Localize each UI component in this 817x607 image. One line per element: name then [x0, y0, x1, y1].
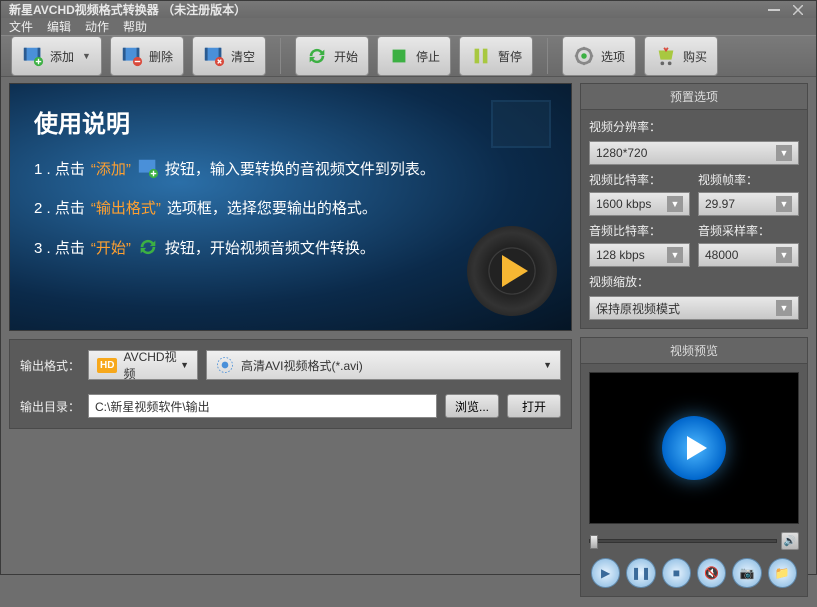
- pause-button[interactable]: 暂停: [459, 36, 533, 76]
- menubar: 文件 编辑 动作 帮助: [1, 18, 816, 35]
- step-1: 1 . 点击 “添加” 按钮，输入要转换的音视频文件到列表。: [34, 157, 547, 179]
- stop-button[interactable]: 停止: [377, 36, 451, 76]
- resolution-label: 视频分辨率：: [589, 118, 799, 135]
- app-window: 新星AVCHD视频格式转换器 （未注册版本） 文件 编辑 动作 帮助 添加▼ 删…: [0, 0, 817, 575]
- chevron-down-icon: ▼: [667, 196, 683, 212]
- seek-row: 🔊: [589, 532, 799, 550]
- abitrate-label: 音频比特率：: [589, 222, 690, 239]
- seek-slider[interactable]: [589, 539, 777, 543]
- preview-controls: ▶ ❚❚ ■ 🔇 📷 📁: [589, 558, 799, 588]
- folder-button[interactable]: 📁: [768, 558, 797, 588]
- volume-button[interactable]: 🔊: [781, 532, 799, 550]
- cart-icon: [655, 45, 677, 67]
- refresh-icon: [137, 236, 159, 258]
- film-delete-icon: [121, 45, 143, 67]
- preview-screen: [589, 372, 799, 524]
- menu-action[interactable]: 动作: [85, 18, 109, 35]
- vbitrate-select[interactable]: 1600 kbps▼: [589, 192, 690, 216]
- framerate-label: 视频帧率：: [698, 171, 799, 188]
- format-detail-select[interactable]: 高清AVI视频格式(*.avi) ▼: [206, 350, 561, 380]
- minimize-button[interactable]: [764, 2, 784, 18]
- film-add-icon: [22, 45, 44, 67]
- scale-label: 视频缩放：: [589, 273, 799, 290]
- toolbar: 添加▼ 删除 清空 开始 停止 暂停 选项 购买: [1, 35, 816, 77]
- film-add-icon: [137, 157, 159, 179]
- separator: [547, 38, 548, 74]
- disc-decoration: [467, 226, 557, 316]
- play-icon: [662, 416, 726, 480]
- output-format-label: 输出格式：: [20, 357, 80, 374]
- close-button[interactable]: [788, 2, 808, 18]
- right-column: 预置选项 视频分辨率： 1280*720▼ 视频比特率： 1600 kbps▼ …: [580, 83, 808, 597]
- clear-button[interactable]: 清空: [192, 36, 266, 76]
- abitrate-select[interactable]: 128 kbps▼: [589, 243, 690, 267]
- gear-icon: [573, 45, 595, 67]
- options-button[interactable]: 选项: [562, 36, 636, 76]
- chevron-down-icon: ▼: [776, 300, 792, 316]
- preview-panel: 视频预览 🔊 ▶ ❚❚ ■ 🔇 📷 📁: [580, 337, 808, 597]
- seek-thumb[interactable]: [590, 535, 598, 549]
- titlebar: 新星AVCHD视频格式转换器 （未注册版本）: [1, 1, 816, 18]
- vbitrate-label: 视频比特率：: [589, 171, 690, 188]
- chevron-down-icon: ▼: [776, 247, 792, 263]
- scale-select[interactable]: 保持原视频模式▼: [589, 296, 799, 320]
- film-clear-icon: [203, 45, 225, 67]
- menu-edit[interactable]: 编辑: [47, 18, 71, 35]
- menu-file[interactable]: 文件: [9, 18, 33, 35]
- pause-icon: [470, 45, 492, 67]
- buy-button[interactable]: 购买: [644, 36, 718, 76]
- banner-heading: 使用说明: [34, 104, 547, 139]
- chevron-down-icon: ▼: [667, 247, 683, 263]
- chevron-down-icon: ▼: [776, 145, 792, 161]
- snapshot-button[interactable]: 📷: [732, 558, 761, 588]
- step-2: 2 . 点击 “输出格式” 选项框，选择您要输出的格式。: [34, 197, 547, 218]
- mute-button[interactable]: 🔇: [697, 558, 726, 588]
- preset-panel: 预置选项 视频分辨率： 1280*720▼ 视频比特率： 1600 kbps▼ …: [580, 83, 808, 329]
- left-column: 使用说明 1 . 点击 “添加” 按钮，输入要转换的音视频文件到列表。 2 . …: [9, 83, 572, 597]
- menu-help[interactable]: 帮助: [123, 18, 147, 35]
- filmstrip-decoration: [491, 100, 551, 148]
- delete-button[interactable]: 删除: [110, 36, 184, 76]
- samplerate-label: 音频采样率：: [698, 222, 799, 239]
- hd-badge: HD: [97, 358, 117, 373]
- resolution-select[interactable]: 1280*720▼: [589, 141, 799, 165]
- start-button[interactable]: 开始: [295, 36, 369, 76]
- stop-button[interactable]: ■: [662, 558, 691, 588]
- samplerate-select[interactable]: 48000▼: [698, 243, 799, 267]
- instructions-banner: 使用说明 1 . 点击 “添加” 按钮，输入要转换的音视频文件到列表。 2 . …: [9, 83, 572, 331]
- pause-button[interactable]: ❚❚: [626, 558, 655, 588]
- window-title: 新星AVCHD视频格式转换器 （未注册版本）: [9, 1, 246, 18]
- refresh-icon: [306, 45, 328, 67]
- play-button[interactable]: ▶: [591, 558, 620, 588]
- chevron-down-icon: ▼: [776, 196, 792, 212]
- open-button[interactable]: 打开: [507, 394, 561, 418]
- preset-title: 预置选项: [581, 84, 807, 110]
- format-category-select[interactable]: HD AVCHD视频 ▼: [88, 350, 198, 380]
- separator: [280, 38, 281, 74]
- format-icon: [215, 355, 235, 375]
- output-dir-input[interactable]: [88, 394, 437, 418]
- content-area: 使用说明 1 . 点击 “添加” 按钮，输入要转换的音视频文件到列表。 2 . …: [1, 77, 816, 607]
- output-panel: 输出格式： HD AVCHD视频 ▼ 高清AVI视频格式(*.avi) ▼ 输出…: [9, 339, 572, 429]
- chevron-down-icon: ▼: [543, 360, 552, 370]
- chevron-down-icon: ▼: [82, 51, 91, 61]
- output-dir-label: 输出目录：: [20, 398, 80, 415]
- browse-button[interactable]: 浏览...: [445, 394, 499, 418]
- framerate-select[interactable]: 29.97▼: [698, 192, 799, 216]
- stop-icon: [388, 45, 410, 67]
- preview-title: 视频预览: [581, 338, 807, 364]
- chevron-down-icon: ▼: [180, 360, 189, 370]
- add-button[interactable]: 添加▼: [11, 36, 102, 76]
